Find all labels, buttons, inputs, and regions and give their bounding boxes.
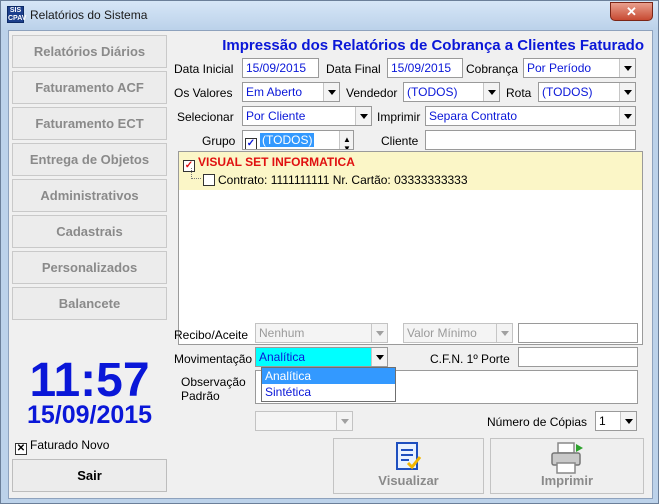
movimentacao-dropdown-list[interactable]: Analítica Sintética [261, 367, 396, 402]
tree-child-checkbox[interactable] [203, 174, 215, 186]
dropdown-option-analitica[interactable]: Analítica [262, 368, 395, 384]
movimentacao-value: Analítica [259, 350, 306, 364]
rota-value: (TODOS) [542, 85, 593, 99]
vendedor-value: (TODOS) [407, 85, 458, 99]
chevron-down-icon[interactable] [323, 83, 339, 101]
app-window: SIS CPAV Relatórios do Sistema ✕ Relatór… [0, 0, 659, 504]
printer-icon [551, 442, 583, 474]
nav-cadastrais-button[interactable]: Cadastrais [12, 215, 167, 248]
tree-root-item[interactable]: ✓ VISUAL SET INFORMATICA [183, 155, 355, 172]
checkbox-check-icon[interactable]: ✕ [15, 443, 27, 455]
client-area: Relatórios Diários Faturamento ACF Fatur… [8, 30, 653, 499]
cobranca-value: Por Período [527, 61, 592, 75]
rota-label: Rota [506, 86, 532, 100]
nav-personalizados-button[interactable]: Personalizados [12, 251, 167, 284]
nav-entrega-objetos-button[interactable]: Entrega de Objetos [12, 143, 167, 176]
data-final-field[interactable]: 15/09/2015 [387, 58, 463, 78]
numero-copias-value: 1 [599, 414, 606, 428]
title-bar[interactable]: SIS CPAV Relatórios do Sistema ✕ [1, 1, 658, 29]
rota-select[interactable]: (TODOS) [538, 82, 636, 102]
chevron-down-icon[interactable] [619, 107, 635, 125]
valor-minimo-field[interactable] [518, 323, 638, 343]
chevron-down-icon[interactable] [355, 107, 371, 125]
nav-administrativos-button[interactable]: Administrativos [12, 179, 167, 212]
recibo-label: Recibo/Aceite [174, 328, 249, 342]
padrao-label: Padrão [181, 389, 220, 403]
recibo-select[interactable]: Nenhum [255, 323, 388, 343]
faturado-novo-label: Faturado Novo [30, 438, 110, 452]
chevron-down-icon[interactable] [619, 83, 635, 101]
tree-child-item[interactable]: Contrato: 1111111111 Nr. Cartão: 0333333… [203, 173, 468, 187]
numero-copias-select[interactable]: 1 [595, 411, 637, 431]
visualizar-button[interactable]: Visualizar [333, 438, 484, 494]
empty-select[interactable] [255, 411, 353, 431]
contract-tree[interactable]: ✓ VISUAL SET INFORMATICA Contrato: 111111… [178, 151, 643, 345]
imprimir-select[interactable]: Separa Contrato [425, 106, 636, 126]
chevron-down-icon[interactable] [336, 412, 352, 430]
cobranca-select[interactable]: Por Período [523, 58, 636, 78]
os-valores-value: Em Aberto [246, 85, 303, 99]
os-valores-select[interactable]: Em Aberto [242, 82, 340, 102]
imprimir-button-label: Imprimir [540, 473, 593, 488]
grupo-field[interactable]: ✓ (TODOS) ▲ ▼ [242, 130, 354, 150]
visualizar-icon [396, 442, 422, 470]
chevron-down-icon[interactable] [483, 83, 499, 101]
nav-faturamento-acf-button[interactable]: Faturamento ACF [12, 71, 167, 104]
dropdown-option-sintetica[interactable]: Sintética [262, 384, 395, 400]
visualizar-label: Visualizar [378, 473, 439, 488]
chevron-down-icon[interactable] [619, 59, 635, 77]
tree-root-label: VISUAL SET INFORMATICA [198, 155, 355, 169]
nav-balancete-button[interactable]: Balancete [12, 287, 167, 320]
clock: 11:57 [29, 354, 150, 407]
nav-faturamento-ect-button[interactable]: Faturamento ECT [12, 107, 167, 140]
movimentacao-label: Movimentação [174, 352, 253, 366]
form-heading: Impressão dos Relatórios de Cobrança a C… [222, 37, 644, 54]
window-title: Relatórios do Sistema [30, 8, 148, 22]
faturado-novo-checkbox[interactable]: ✕ Faturado Novo [15, 438, 109, 455]
nav-relatorios-diarios-button[interactable]: Relatórios Diários [12, 35, 167, 68]
cliente-label: Cliente [381, 134, 419, 148]
imprimir-value: Separa Contrato [429, 109, 518, 123]
tree-connector [191, 168, 201, 179]
grupo-label: Grupo [202, 134, 236, 148]
sidebar: Relatórios Diários Faturamento ACF Fatur… [11, 33, 168, 498]
os-valores-label: Os Valores [174, 86, 233, 100]
chevron-down-icon[interactable] [371, 348, 387, 366]
vendedor-label: Vendedor [346, 86, 398, 100]
valor-minimo-select[interactable]: Valor Mínimo [403, 323, 513, 343]
close-button[interactable]: ✕ [610, 2, 653, 21]
data-inicial-label: Data Inicial [174, 62, 234, 76]
valor-minimo-placeholder: Valor Mínimo [407, 326, 477, 340]
tree-child-label: Contrato: 1111111111 Nr. Cartão: 0333333… [218, 173, 468, 187]
cobranca-label: Cobrança [466, 62, 519, 76]
numero-copias-label: Número de Cópias [487, 415, 588, 429]
cfn-field[interactable] [518, 347, 638, 367]
report-form: Impressão dos Relatórios de Cobrança a C… [174, 33, 652, 498]
selecionar-label: Selecionar [177, 110, 234, 124]
movimentacao-select[interactable]: Analítica [255, 347, 388, 367]
data-inicial-field[interactable]: 15/09/2015 [242, 58, 319, 78]
chevron-down-icon[interactable] [496, 324, 512, 342]
sair-button[interactable]: Sair [12, 459, 167, 492]
recibo-value: Nenhum [259, 326, 305, 340]
app-icon: SIS CPAV [7, 6, 27, 23]
cfn-label: C.F.N. 1º Porte [430, 352, 510, 366]
imprimir-label: Imprimir [377, 110, 421, 124]
grupo-checkbox[interactable]: ✓ [245, 138, 257, 149]
data-final-label: Data Final [326, 62, 381, 76]
observacao-label: Observação [181, 375, 246, 389]
vendedor-select[interactable]: (TODOS) [403, 82, 500, 102]
selecionar-select[interactable]: Por Cliente [242, 106, 372, 126]
spinner-icon[interactable]: ▲ ▼ [339, 131, 353, 149]
current-date: 15/09/2015 [26, 401, 153, 429]
imprimir-button[interactable]: Imprimir [490, 438, 644, 494]
selecionar-value: Por Cliente [246, 109, 306, 123]
chevron-down-icon[interactable] [620, 412, 636, 430]
chevron-down-icon[interactable] [371, 324, 387, 342]
grupo-value: (TODOS) [260, 133, 315, 147]
cliente-field[interactable] [425, 130, 636, 150]
